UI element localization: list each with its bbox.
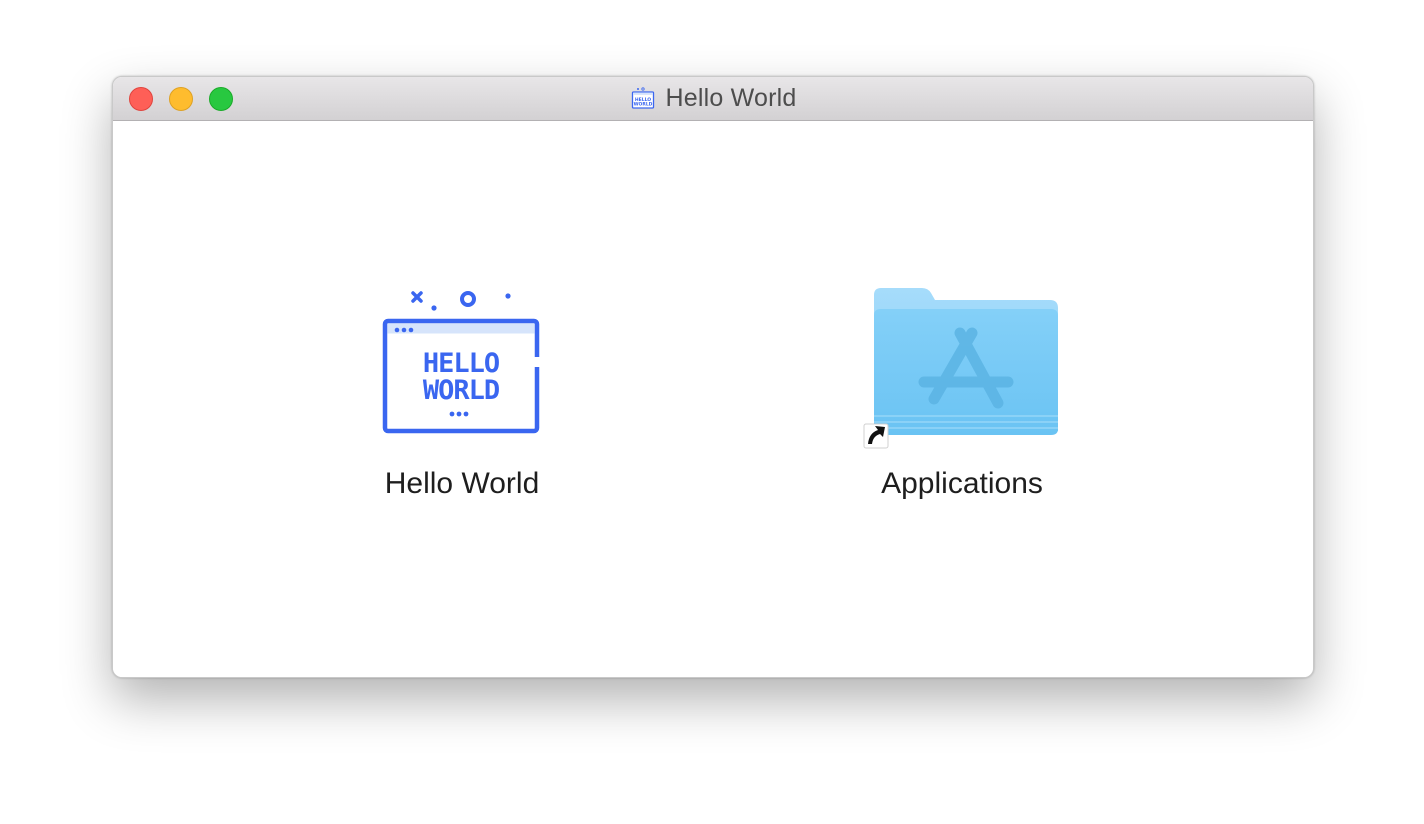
hello-world-label: Hello World	[384, 467, 540, 500]
icon-text-world: WORLD	[423, 375, 500, 406]
window-content: HELLO WORLD Hello World Applications	[113, 121, 1313, 677]
window-title-group: HELLO WORLD Hello World	[113, 77, 1313, 120]
applications-folder-item[interactable]: Applications	[812, 281, 1112, 501]
title-bar[interactable]: HELLO WORLD Hello World	[113, 77, 1313, 121]
applications-folder-alias-icon[interactable]	[862, 281, 1062, 451]
hello-world-app-icon[interactable]: HELLO WORLD	[377, 281, 547, 451]
window-title: Hello World	[665, 84, 797, 112]
svg-text:WORLD: WORLD	[633, 101, 652, 107]
finder-window: HELLO WORLD Hello World HELLO WORLD Hell…	[112, 76, 1314, 678]
sparkle-marks	[411, 291, 423, 303]
hello-world-app-icon: HELLO WORLD	[631, 86, 654, 109]
applications-label: Applications	[881, 467, 1043, 500]
alias-arrow-icon	[863, 423, 889, 449]
hello-world-app-item[interactable]: HELLO WORLD Hello World	[312, 281, 612, 501]
